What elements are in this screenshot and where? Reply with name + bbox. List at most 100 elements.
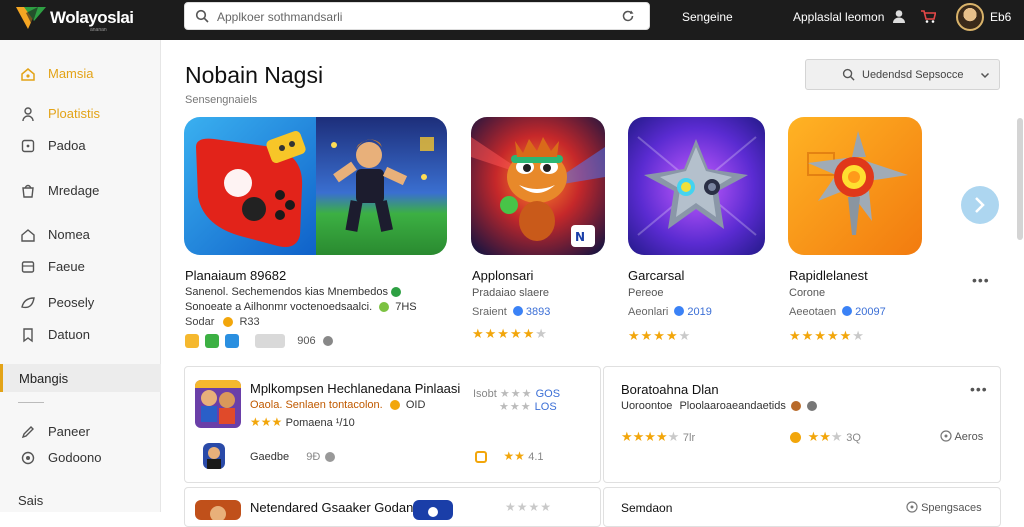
app-card-bottom-right: 4.1 <box>528 451 544 463</box>
app-card-title[interactable]: Netendared Gsaaker Godanol <box>250 500 423 515</box>
app-thumbnail <box>195 500 241 520</box>
meta-label: Sraient <box>472 306 507 318</box>
app-card-4[interactable]: Semdaon Spengsaces <box>603 487 1001 527</box>
page-title: Nobain Nagsi <box>185 62 324 88</box>
svg-text:N: N <box>575 230 585 244</box>
nav-link-secondary[interactable]: Applaslal leomon <box>793 10 884 24</box>
sidebar-item-label: Mredage <box>48 183 100 198</box>
featured-app-art-2[interactable]: N <box>471 117 605 255</box>
user-icon[interactable] <box>892 9 906 23</box>
avatar[interactable] <box>956 3 984 31</box>
cart-icon[interactable] <box>920 9 936 23</box>
sidebar-item-sais[interactable]: Sais <box>0 487 161 513</box>
featured-app-art-3[interactable] <box>628 117 765 255</box>
more-options-icon[interactable]: ••• <box>972 272 990 288</box>
app-card-sub: Uoroontoe Ploolaaroaeandaetids <box>621 400 820 412</box>
featured-app-name-1[interactable]: Planaiaum 89682 <box>185 268 286 283</box>
leaf-icon <box>21 297 35 309</box>
bag-icon <box>22 184 34 198</box>
sidebar-item-paneer[interactable]: Paneer <box>0 418 161 444</box>
sidebar-item-mredage[interactable]: Mredage <box>0 177 161 203</box>
app-card-rating: ★★★ Pomaena ¹/10 <box>250 415 355 429</box>
check-icon <box>391 287 402 298</box>
app-card-side: Isobt ★★★ GOS <box>473 388 561 400</box>
badge-icon <box>255 334 286 348</box>
featured-app-name-3[interactable]: Garcarsal <box>628 268 684 283</box>
sidebar-item-peosely[interactable]: Peosely <box>0 289 161 315</box>
app-logo-icon[interactable] <box>16 5 46 31</box>
app-small-thumbnail <box>203 443 225 469</box>
sidebar-item-padoa[interactable]: Padoa <box>0 132 161 158</box>
house-icon <box>21 229 35 242</box>
app-card-side-label: Isobt <box>473 388 497 400</box>
meta-value: 20097 <box>855 306 886 318</box>
app-card-3[interactable]: Netendared Gsaaker Godanol ★★★★ <box>184 487 601 527</box>
featured-rating-2: ★★★★★★ <box>472 326 548 341</box>
coin-icon <box>842 306 853 316</box>
coin-icon <box>223 317 234 328</box>
sidebar-item-label: Faeue <box>48 259 85 274</box>
app-thumbnail <box>195 380 241 428</box>
user-name[interactable]: Eb6 <box>990 10 1011 24</box>
scrollbar[interactable] <box>1017 118 1023 240</box>
featured-app-name-4[interactable]: Rapidlelanest <box>789 268 868 283</box>
sidebar-item-label: Mamsia <box>48 66 94 81</box>
brand-name[interactable]: Wolayoslai <box>50 8 134 28</box>
refresh-icon[interactable] <box>621 9 635 23</box>
next-arrow-button[interactable] <box>961 186 999 224</box>
sort-dropdown-label: Uedendsd Sepsocce <box>862 69 964 81</box>
app-card-rating: ★★★★★ 7lr <box>621 429 696 444</box>
brand-tagline: ananan <box>90 27 107 33</box>
app-card-side-num: LOS <box>534 401 557 413</box>
sort-dropdown[interactable]: Uedendsd Sepsocce <box>805 59 1000 90</box>
sidebar-item-label: Paneer <box>48 424 90 439</box>
nav-link-primary[interactable]: Sengeine <box>682 10 733 24</box>
pencil-icon <box>21 426 34 439</box>
sidebar-item-label: Nomea <box>48 227 90 242</box>
featured-app-name-2[interactable]: Applonsari <box>472 268 533 283</box>
info-icon <box>322 336 333 346</box>
app-card-right: Aeros <box>940 430 983 443</box>
monster-character-artwork: N <box>471 117 605 255</box>
featured-app-dev-4: Corone <box>789 287 826 299</box>
app-card-bottom-rating: ★★ 4.1 <box>475 449 544 463</box>
featured-app-dev-3: Pereoe <box>628 287 664 299</box>
search-icon <box>195 9 209 23</box>
app-card-2[interactable]: Boratoahna Dlan ••• Uoroontoe Ploolaaroa… <box>603 366 1001 483</box>
clock-icon <box>940 430 952 442</box>
app-card-side-num: GOS <box>535 388 561 400</box>
sidebar-item-faeue[interactable]: Faeue <box>0 253 161 279</box>
app-card-title[interactable]: Semdaon <box>621 501 672 515</box>
app-card-rating-label: Pomaena ¹/10 <box>285 417 355 429</box>
sidebar-item-nomea[interactable]: Nomea <box>0 221 161 247</box>
featured-app-art-4[interactable] <box>788 117 922 255</box>
sidebar-item-featured[interactable]: Ploatistis <box>0 100 161 126</box>
app-card-title[interactable]: Boratoahna Dlan <box>621 382 719 397</box>
app-card-title[interactable]: Mplkompsen Hechlanedana Pinlaasi <box>250 381 460 396</box>
meta-label: Sodar <box>185 316 215 328</box>
sidebar-item-godoono[interactable]: Godoono <box>0 444 161 470</box>
target-icon <box>21 451 35 465</box>
chevron-down-icon <box>980 72 990 79</box>
app-card-bottom: Gaedbe 9Ð <box>250 451 338 463</box>
sidebar-item-datuon[interactable]: Datuon <box>0 321 161 347</box>
featured-app-desc-2: Sonoeate a Ailhonmr voctenoedsaalci. 7HS <box>185 301 417 313</box>
badge-icon <box>475 450 487 463</box>
app-card-sub-text: Uoroontoe <box>621 400 673 412</box>
app-small-thumbnail <box>413 500 453 520</box>
app-card-1[interactable]: Mplkompsen Hechlanedana Pinlaasi Oaola. … <box>184 366 601 483</box>
sidebar-item-home[interactable]: Mamsia <box>0 60 161 86</box>
featured-app-art-1[interactable] <box>184 117 447 255</box>
more-options-icon[interactable]: ••• <box>970 381 988 397</box>
app-card-rating-2: ★★★ 3Q <box>790 429 861 445</box>
badge-count: 906 <box>297 334 316 347</box>
sidebar-item-mbangis[interactable]: Mbangis <box>0 364 161 392</box>
sidebar-item-label: Sais <box>18 493 44 508</box>
bookmark-icon <box>23 328 33 343</box>
search-input[interactable]: Applkoer sothmandsarli <box>217 10 342 24</box>
meta-value: R33 <box>239 316 260 328</box>
search-box[interactable]: Applkoer sothmandsarli <box>184 2 650 30</box>
badge-icon <box>225 334 240 348</box>
featured-app-desc-line: Sonoeate a Ailhonmr voctenoedsaalci. <box>185 301 373 313</box>
featured-app-desc-line: Sanenol. Sechemendos kias Mnembedos <box>185 286 389 298</box>
